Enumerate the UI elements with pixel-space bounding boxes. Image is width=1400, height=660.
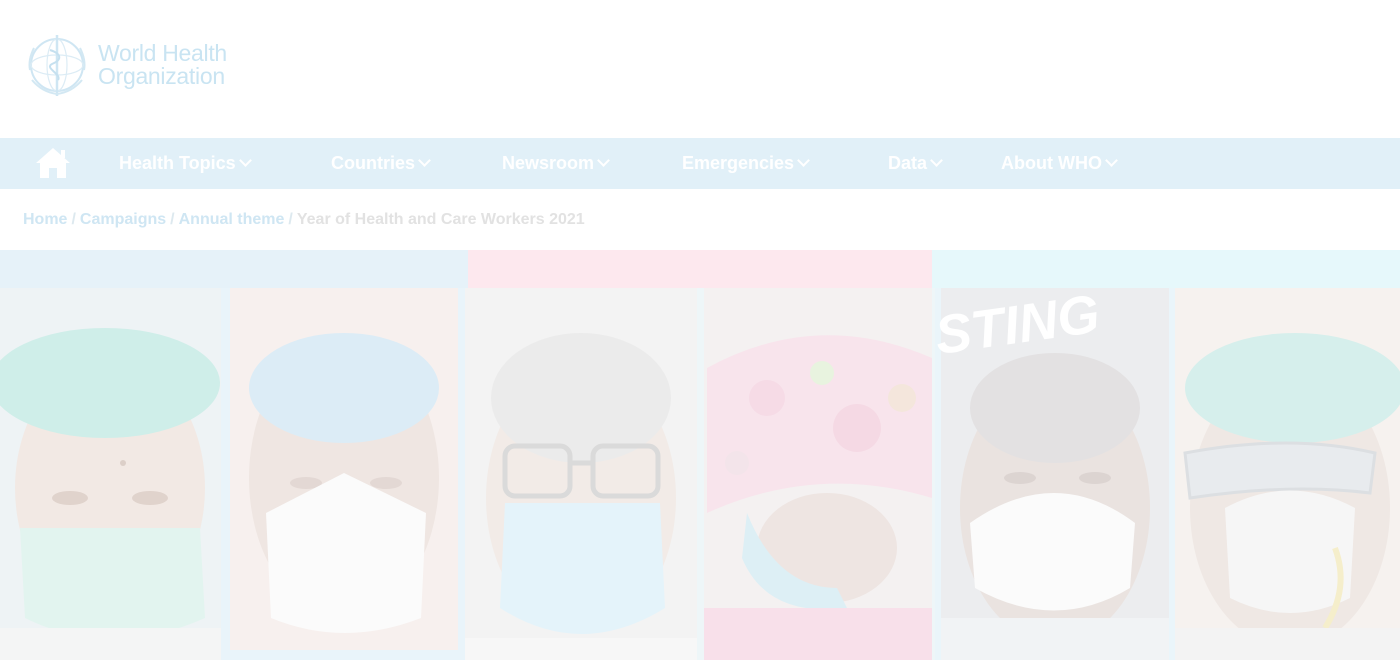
chevron-down-icon — [238, 154, 252, 167]
banner-band-pink — [468, 250, 932, 288]
main-nav: Health Topics Countries Newsroom Emergen… — [0, 138, 1400, 189]
breadcrumb-current: Year of Health and Care Workers 2021 — [296, 211, 585, 228]
breadcrumb-separator: / — [71, 211, 76, 228]
health-worker-photo-4 — [697, 288, 935, 660]
breadcrumb-separator: / — [288, 211, 293, 228]
breadcrumb-home[interactable]: Home — [23, 211, 67, 228]
health-worker-photo-2 — [221, 288, 465, 660]
nav-data-label: Data — [888, 153, 928, 173]
health-worker-photo-1 — [0, 288, 221, 660]
nav-about-who[interactable]: About WHO — [1001, 138, 1118, 189]
health-worker-photo-3 — [465, 288, 697, 660]
nav-health-topics[interactable]: Health Topics — [119, 138, 252, 189]
hero-banner-image: STING — [0, 250, 1400, 660]
nav-emergencies[interactable]: Emergencies — [682, 138, 810, 189]
health-worker-photo-5: STING — [935, 288, 1175, 660]
nav-health-topics-label: Health Topics — [119, 153, 236, 173]
chevron-down-icon — [930, 154, 943, 167]
chevron-down-icon — [418, 154, 431, 167]
breadcrumb-annual-theme[interactable]: Annual theme — [179, 211, 285, 228]
nav-countries[interactable]: Countries — [331, 138, 431, 189]
nav-countries-label: Countries — [331, 153, 416, 173]
breadcrumb: Home / Campaigns / Annual theme / Year of Heal… — [0, 189, 1400, 250]
nav-emergencies-label: Emergencies — [682, 153, 795, 173]
banner-band-blue — [0, 250, 468, 288]
nav-about-who-label: About WHO — [1001, 153, 1102, 173]
chevron-down-icon — [1105, 154, 1118, 167]
nav-newsroom-label: Newsroom — [502, 153, 595, 173]
health-worker-photo-6 — [1175, 288, 1400, 660]
breadcrumb-campaigns[interactable]: Campaigns — [80, 211, 166, 228]
logo-text: World Health Organization — [98, 42, 227, 88]
site-header: World Health Organization — [0, 0, 1400, 138]
logo-line-2: Organization — [98, 63, 225, 89]
chevron-down-icon — [597, 154, 610, 167]
banner-band-cyan — [932, 250, 1400, 288]
who-logo[interactable]: World Health Organization — [22, 30, 227, 100]
logo-line-1: World Health — [98, 40, 227, 66]
nav-newsroom[interactable]: Newsroom — [502, 138, 610, 189]
who-emblem-icon — [28, 35, 86, 96]
home-icon[interactable] — [34, 146, 72, 180]
nav-data[interactable]: Data — [888, 138, 943, 189]
breadcrumb-separator: / — [170, 211, 175, 228]
chevron-down-icon — [797, 154, 810, 167]
